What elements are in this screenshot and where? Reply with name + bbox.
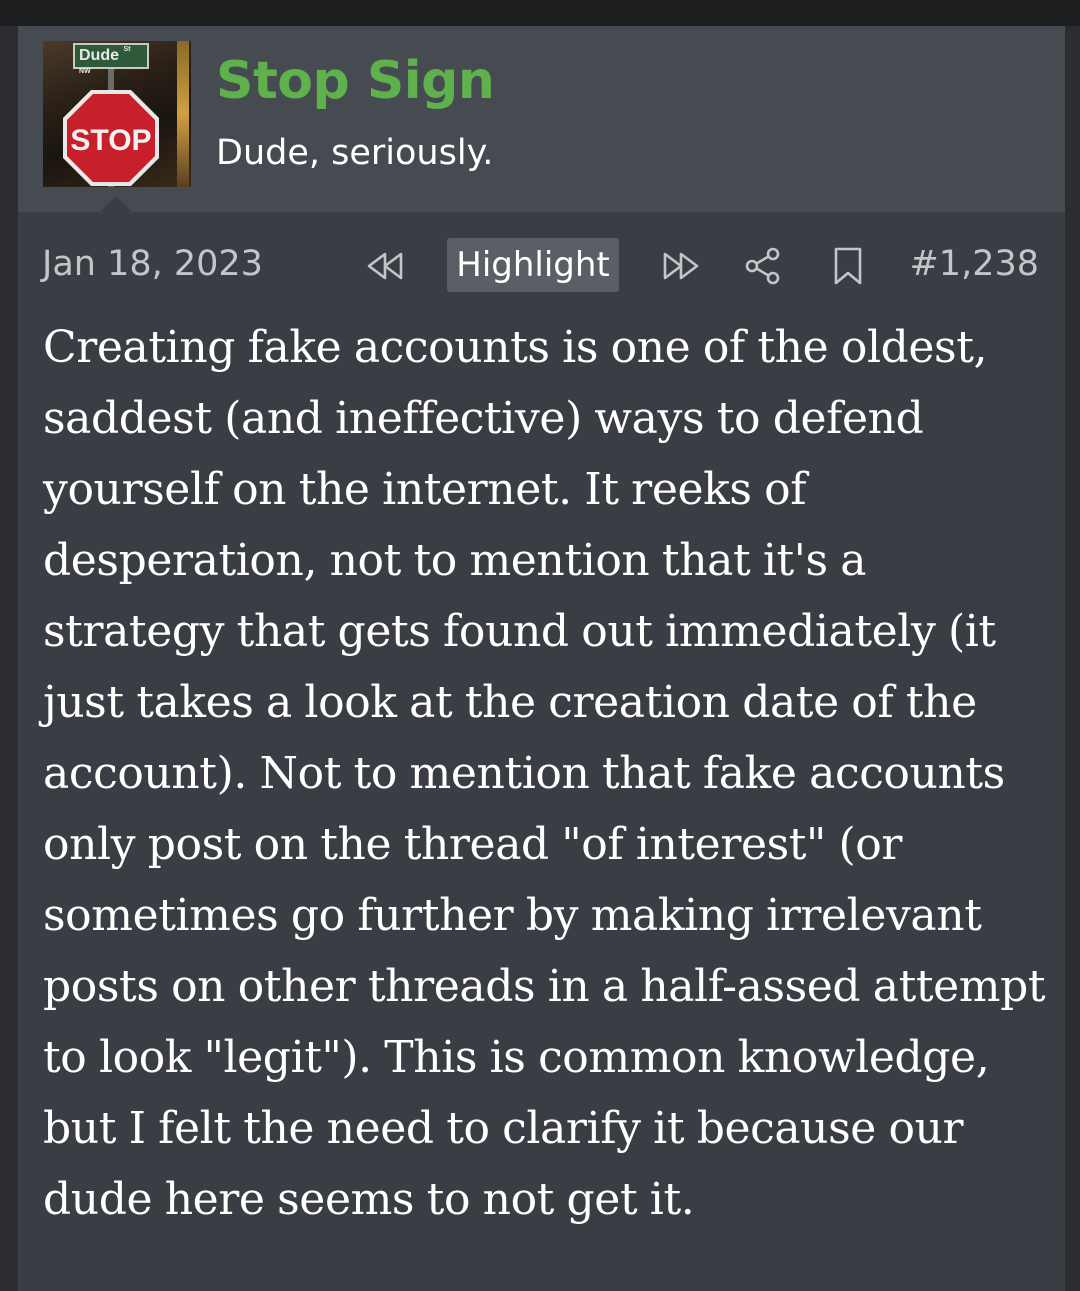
- street-sign-text: Dude: [79, 47, 119, 64]
- fast-forward-icon[interactable]: [661, 246, 701, 286]
- post-card: Dude St NW STOP Stop Sign Dude, seriously…: [18, 26, 1065, 1291]
- status-bar: [0, 0, 1080, 26]
- post-number-link[interactable]: #1,238: [909, 240, 1039, 288]
- street-sign-suffix-bottom: NW: [79, 68, 91, 75]
- user-title: Dude, seriously.: [216, 133, 494, 173]
- street-sign: Dude St NW: [73, 43, 149, 75]
- stop-sign-icon: STOP: [63, 90, 159, 186]
- highlight-button[interactable]: Highlight: [447, 238, 619, 292]
- post-body: Creating fake accounts is one of the old…: [43, 322, 1046, 1225]
- street-sign-suffix-top: St: [123, 46, 131, 53]
- avatar[interactable]: Dude St NW STOP: [43, 41, 191, 187]
- post-meta-bar: Jan 18, 2023 Highlight #1,238: [18, 238, 1065, 292]
- street-light: [177, 41, 189, 187]
- user-header: Dude St NW STOP Stop Sign Dude, seriously…: [18, 26, 1065, 212]
- header-notch: [100, 196, 132, 212]
- share-icon[interactable]: [743, 246, 783, 286]
- username-link[interactable]: Stop Sign: [216, 46, 495, 116]
- post-date[interactable]: Jan 18, 2023: [42, 240, 263, 288]
- stop-sign-text: STOP: [70, 124, 151, 157]
- bookmark-icon[interactable]: [828, 246, 868, 286]
- rewind-icon[interactable]: [365, 246, 405, 286]
